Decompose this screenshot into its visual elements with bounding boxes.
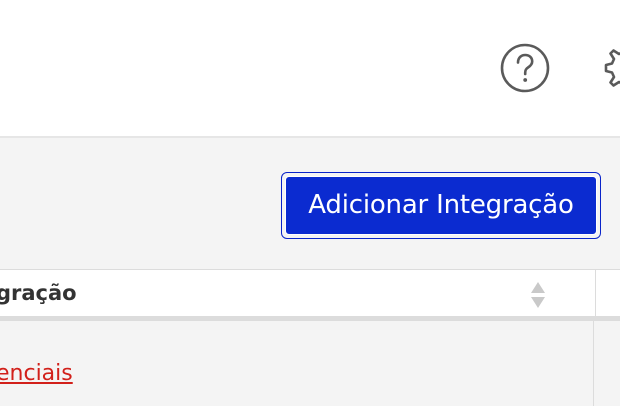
sort-icon[interactable]: [530, 281, 546, 309]
column-header-next: [596, 270, 620, 317]
integrations-table: gração enciais: [0, 269, 620, 406]
table-header: gração: [0, 269, 620, 321]
add-integration-button[interactable]: Adicionar Integração: [285, 176, 597, 235]
column-header-label: gração: [0, 281, 77, 305]
help-icon[interactable]: [500, 43, 550, 93]
gear-icon[interactable]: [604, 43, 620, 93]
table-body: enciais: [0, 321, 620, 406]
page: Adicionar Integração gração enciais: [0, 0, 620, 406]
add-integration-button-focus-ring: Adicionar Integração: [281, 172, 601, 239]
credentials-link[interactable]: enciais: [0, 361, 73, 386]
top-header: [0, 0, 620, 138]
column-divider: [593, 321, 594, 406]
content-area: Adicionar Integração gração enciais: [0, 138, 620, 406]
column-header-integration[interactable]: gração: [0, 270, 596, 317]
